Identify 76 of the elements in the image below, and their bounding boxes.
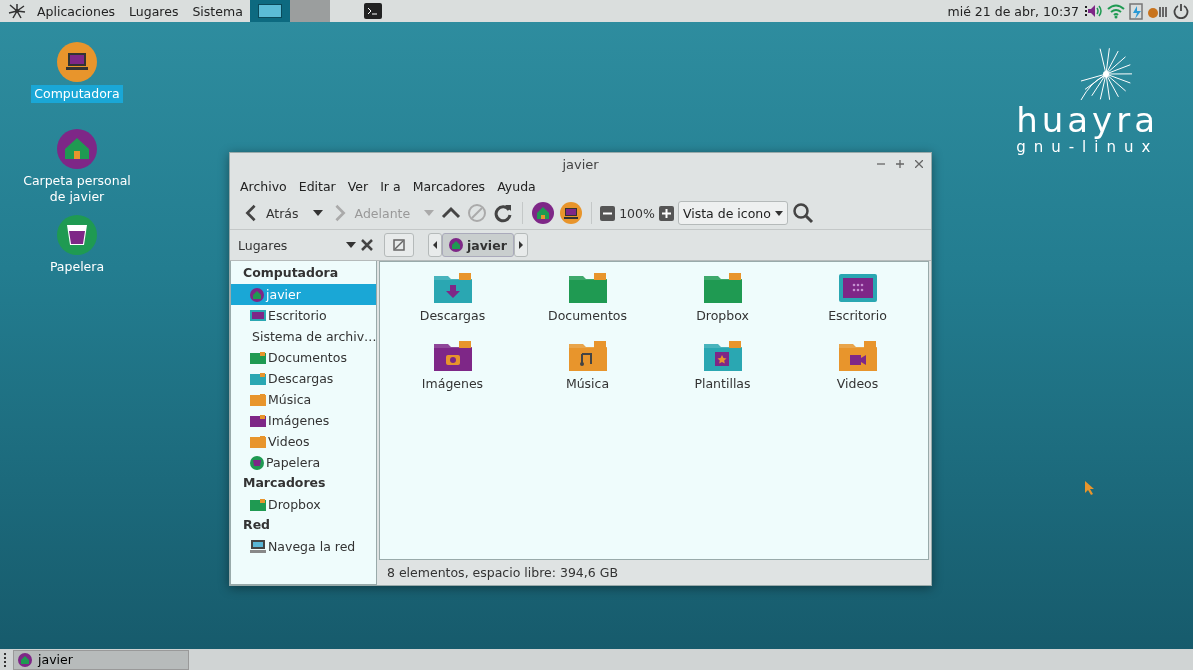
view-mode-dropdown[interactable]: Vista de icono bbox=[677, 201, 788, 225]
monitor-icon bbox=[250, 309, 266, 322]
file-item[interactable]: Videos bbox=[790, 340, 925, 408]
panel-menu[interactable]: Sistema bbox=[185, 3, 250, 19]
menu-item[interactable]: Archivo bbox=[234, 178, 293, 194]
scroll-left-button[interactable] bbox=[428, 233, 442, 257]
workspace-switcher[interactable] bbox=[249, 0, 290, 22]
zoom-level: 100% bbox=[619, 205, 655, 221]
home-icon[interactable] bbox=[531, 201, 556, 225]
file-item[interactable]: Dropbox bbox=[655, 272, 790, 340]
logo-wordmark: huayra bbox=[1016, 102, 1159, 138]
sidebar-item[interactable]: Imágenes bbox=[231, 410, 376, 431]
sidebar-heading: Red bbox=[242, 516, 272, 534]
trash-icon bbox=[250, 455, 264, 470]
sidebar-item[interactable]: Papelera bbox=[231, 452, 376, 473]
edit-path-icon bbox=[393, 239, 405, 251]
sidebar-item[interactable]: Música bbox=[231, 389, 376, 410]
caret-icon[interactable] bbox=[346, 242, 356, 248]
sidebar-item[interactable]: Documentos bbox=[231, 347, 376, 368]
home-icon bbox=[18, 652, 32, 667]
sidebar-item[interactable]: Descargas bbox=[231, 368, 376, 389]
zoom-in-icon[interactable] bbox=[658, 205, 674, 221]
file-item[interactable]: Imágenes bbox=[385, 340, 520, 408]
menu-item[interactable]: Ayuda bbox=[491, 178, 542, 194]
panel-menu[interactable]: Aplicaciones bbox=[30, 3, 123, 19]
maximize-icon[interactable] bbox=[896, 160, 904, 168]
sidebar-item[interactable]: Navega la red bbox=[231, 536, 376, 557]
file-item[interactable]: Música bbox=[520, 340, 655, 408]
file-item[interactable]: Plantillas bbox=[655, 340, 790, 408]
path-button[interactable]: javier bbox=[442, 233, 514, 257]
file-item[interactable]: Documentos bbox=[520, 272, 655, 340]
back-button[interactable]: Atrás bbox=[240, 201, 325, 225]
sidebar-title[interactable]: Lugares bbox=[238, 237, 342, 253]
home-icon bbox=[449, 238, 463, 252]
close-icon[interactable] bbox=[360, 238, 374, 252]
menu-item[interactable]: Marcadores bbox=[406, 178, 492, 194]
desktop-icon-label[interactable]: Carpeta personal de javier bbox=[15, 172, 139, 206]
sidebar-item[interactable]: Dropbox bbox=[231, 494, 376, 515]
sidebar-heading: Computadora bbox=[242, 264, 340, 282]
menu-item[interactable]: Ir a bbox=[374, 178, 407, 194]
mouse-cursor-icon bbox=[1085, 481, 1095, 495]
zoom-out-icon[interactable] bbox=[600, 205, 616, 221]
close-icon[interactable] bbox=[915, 160, 923, 168]
network-icon bbox=[250, 540, 266, 553]
sidebar-item[interactable]: Videos bbox=[231, 431, 376, 452]
right-arrow-icon bbox=[518, 241, 523, 249]
home-icon bbox=[250, 287, 264, 302]
volume-icon[interactable] bbox=[1085, 3, 1103, 19]
sidebar-item[interactable]: Sistema de archiv… bbox=[231, 326, 376, 347]
computer-icon bbox=[57, 42, 97, 82]
taskbar-button[interactable]: javier bbox=[13, 649, 189, 670]
desktop-icon-label[interactable]: Papelera bbox=[46, 258, 108, 276]
status-text: 8 elementos, espacio libre: 394,6 GB bbox=[387, 565, 618, 580]
trash-icon bbox=[57, 215, 97, 255]
caret-icon bbox=[774, 210, 783, 216]
menu-item[interactable]: Editar bbox=[292, 178, 342, 194]
logo-subtitle: gnu-linux bbox=[1016, 138, 1159, 156]
left-arrow-icon bbox=[433, 241, 437, 249]
workspace-switcher[interactable] bbox=[289, 0, 330, 22]
home-icon bbox=[57, 129, 97, 169]
file-item[interactable]: Descargas bbox=[385, 272, 520, 340]
sidebar-item[interactable]: Escritorio bbox=[231, 305, 376, 326]
caret-icon bbox=[312, 210, 323, 216]
terminal-icon[interactable] bbox=[363, 3, 382, 19]
power-icon[interactable] bbox=[1173, 3, 1189, 19]
menu-item[interactable]: Ver bbox=[341, 178, 375, 194]
menu-logo-icon bbox=[8, 3, 26, 19]
clock[interactable]: mié 21 de abr, 10:37 bbox=[947, 3, 1079, 19]
panel-menu[interactable]: Lugares bbox=[122, 3, 186, 19]
sidebar-heading: Marcadores bbox=[242, 474, 327, 492]
caret-icon bbox=[424, 210, 435, 216]
search-icon[interactable] bbox=[791, 202, 814, 224]
window-title: javier bbox=[562, 156, 599, 172]
file-item[interactable]: Escritorio bbox=[790, 272, 925, 340]
computer-icon[interactable] bbox=[559, 201, 584, 225]
toggle-path-button[interactable] bbox=[384, 233, 414, 257]
